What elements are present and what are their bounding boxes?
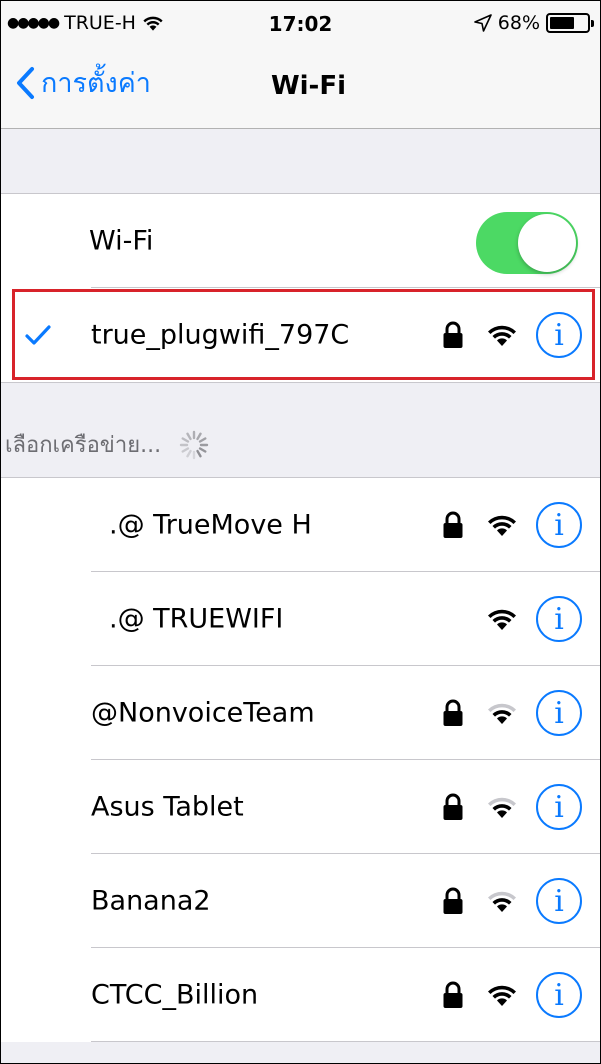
highlight-box (12, 289, 595, 380)
wifi-toggle-label: Wi-Fi (89, 225, 154, 257)
section-header-label: เลือกเครือข่าย... (5, 433, 162, 458)
network-icons: i (442, 878, 582, 924)
info-button[interactable]: i (536, 972, 582, 1018)
info-button[interactable]: i (536, 502, 582, 548)
network-icons: i (442, 784, 582, 830)
choose-network-header: เลือกเครือข่าย... (5, 427, 209, 462)
navigation-bar: การตั้งค่า Wi-Fi (1, 41, 600, 129)
lock-icon (443, 793, 463, 820)
wifi-settings-screen: ●●●●● TRUE-H 17:02 68% การตั้งค่า Wi-Fi … (0, 0, 601, 1064)
lock-icon (443, 699, 463, 726)
battery-icon (546, 13, 594, 33)
wifi-signal-icon (488, 891, 516, 912)
wifi-signal-icon (488, 985, 516, 1006)
row-separator (91, 1041, 600, 1042)
spinner-spoke (181, 436, 190, 443)
network-row[interactable]: .@ TRUEWIFI i (1, 572, 600, 666)
wifi-toggle-switch[interactable] (476, 212, 578, 274)
network-list: .@ TrueMove H i .@ TRUEWIFI i @NonvoiceTeam i… (1, 477, 600, 1042)
spinner-spoke (198, 436, 207, 443)
network-name: .@ TrueMove H (109, 509, 312, 541)
lock-icon (443, 511, 463, 538)
network-row[interactable]: .@ TrueMove H i (1, 478, 600, 572)
loading-spinner-icon (179, 430, 209, 459)
network-row[interactable]: @NonvoiceTeam i (1, 666, 600, 760)
network-name: .@ TRUEWIFI (109, 603, 284, 635)
network-name: @NonvoiceTeam (91, 697, 315, 729)
wifi-signal-icon (488, 609, 516, 630)
network-row[interactable]: Banana2 i (1, 854, 600, 948)
page-title: Wi-Fi (1, 71, 600, 101)
status-bar: ●●●●● TRUE-H 17:02 68% (1, 1, 600, 41)
spinner-spoke (196, 449, 202, 457)
battery-level (550, 17, 575, 29)
spinner-spoke (186, 432, 192, 440)
network-row[interactable]: Asus Tablet i (1, 760, 600, 854)
network-icons: i (442, 972, 582, 1018)
battery-percent: 68% (497, 12, 540, 34)
network-icons: i (442, 690, 582, 736)
network-name: CTCC_Billion (91, 979, 259, 1011)
lock-icon (443, 981, 463, 1008)
info-button[interactable]: i (536, 878, 582, 924)
info-button[interactable]: i (536, 784, 582, 830)
wifi-signal-icon (488, 797, 516, 818)
lock-icon (443, 887, 463, 914)
toggle-knob (518, 214, 576, 272)
info-button[interactable]: i (536, 690, 582, 736)
network-icons: i (486, 596, 582, 642)
spinner-spoke (186, 449, 192, 457)
spinner-spoke (198, 446, 207, 453)
info-button[interactable]: i (536, 596, 582, 642)
wifi-toggle-row: Wi-Fi (1, 194, 600, 288)
location-arrow-icon (473, 14, 492, 32)
status-right: 68% (473, 12, 594, 34)
battery-tip (591, 20, 594, 27)
network-row[interactable]: CTCC_Billion i (1, 948, 600, 1042)
spinner-spoke (181, 446, 190, 453)
network-icons: i (442, 502, 582, 548)
wifi-signal-icon (488, 703, 516, 724)
spinner-spoke (196, 432, 202, 440)
network-name: Banana2 (91, 885, 211, 917)
wifi-signal-icon (488, 515, 516, 536)
network-name: Asus Tablet (91, 791, 244, 823)
page-title-text: Wi-Fi (270, 71, 347, 101)
